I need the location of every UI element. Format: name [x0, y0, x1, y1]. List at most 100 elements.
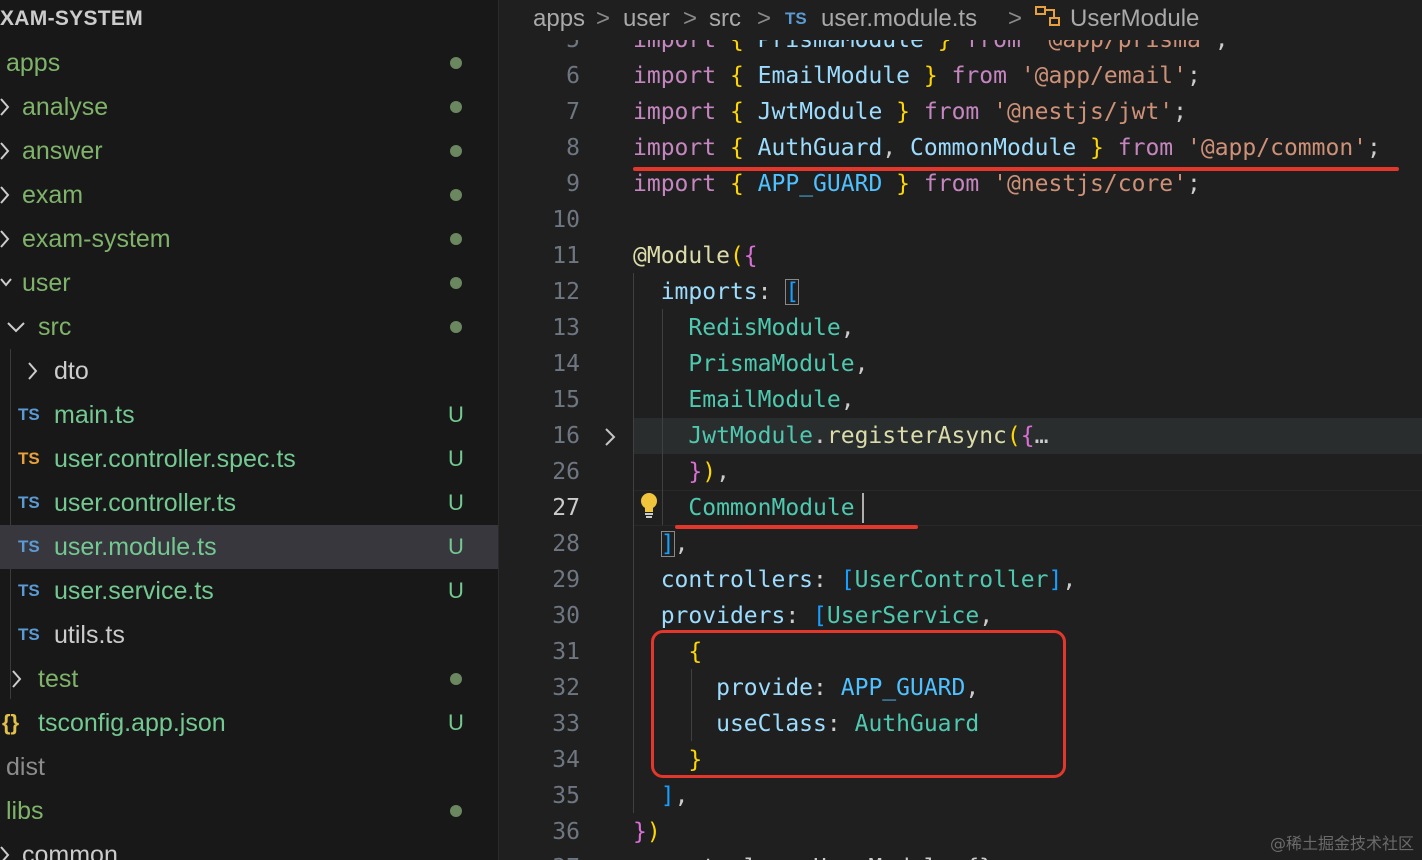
untracked-badge: U [448, 534, 464, 559]
line-number: 33 [552, 711, 580, 737]
tree-item-label: user [22, 269, 71, 297]
tree-item-label: user.service.ts [54, 577, 214, 605]
code-line[interactable]: 26 }), [500, 454, 1422, 490]
tree-item-label: libs [6, 797, 44, 825]
tree-file-main-ts[interactable]: TS main.ts U [0, 393, 498, 437]
tree-folder-user[interactable]: user [0, 261, 498, 305]
chevron-right-icon[interactable] [0, 217, 20, 261]
tree-item-label: common [22, 841, 118, 860]
tree-file-tsconfig-app-json[interactable]: {} tsconfig.app.json U [0, 701, 498, 745]
modified-dot [450, 101, 462, 113]
code-text: EmailModule, [688, 387, 855, 413]
breadcrumb-item-user[interactable]: user [623, 0, 670, 38]
tree-folder-dist[interactable]: dist [0, 745, 498, 789]
chevron-right-icon[interactable] [0, 85, 20, 129]
tree-folder-answer[interactable]: answer [0, 129, 498, 173]
tree-file-user-service-ts[interactable]: TS user.service.ts U [0, 569, 498, 613]
code-text: export class UserModule {} [633, 850, 993, 860]
code-line[interactable]: 13 RedisModule, [500, 310, 1422, 346]
annotation-underline-common-module [675, 525, 918, 529]
untracked-badge: U [448, 446, 464, 471]
tree-folder-common[interactable]: common [0, 833, 498, 860]
annotation-box-app-guard-provider [651, 630, 1066, 778]
code-line[interactable]: 14 PrismaModule, [500, 346, 1422, 382]
code-line-current[interactable]: 27 CommonModule [500, 490, 1422, 526]
fold-expand-chevron-icon[interactable] [604, 427, 616, 451]
tree-folder-analyse[interactable]: analyse [0, 85, 498, 129]
chevron-right-icon: > [683, 5, 698, 32]
line-number: 36 [552, 819, 580, 845]
code-line[interactable]: 30 providers: [UserService, [500, 598, 1422, 634]
breadcrumb-item-symbol[interactable]: UserModule [1070, 0, 1199, 38]
tree-file-user-controller-ts[interactable]: TS user.controller.ts U [0, 481, 498, 525]
code-line[interactable]: 10 [500, 202, 1422, 238]
code-line[interactable]: 9 import { APP_GUARD } from '@nestjs/cor… [500, 166, 1422, 202]
chevron-right-icon[interactable] [0, 129, 20, 173]
code-text: @Module({ [633, 243, 758, 269]
breadcrumb-item-apps[interactable]: apps [533, 0, 585, 38]
line-number: 26 [552, 459, 580, 485]
line-number: 10 [552, 207, 580, 233]
tree-item-label: exam [22, 181, 84, 209]
tree-item-label: src [38, 313, 72, 341]
tree-item-label: user.controller.spec.ts [54, 445, 296, 473]
code-text: ], [660, 783, 689, 809]
breadcrumb-item-file[interactable]: user.module.ts [821, 0, 977, 38]
tree-file-utils-ts[interactable]: TS utils.ts [0, 613, 498, 657]
modified-dot [450, 57, 462, 69]
code-line[interactable]: 6 import { EmailModule } from '@app/emai… [500, 58, 1422, 94]
chevron-down-icon[interactable] [6, 305, 26, 349]
chevron-right-icon[interactable] [28, 349, 48, 393]
typescript-file-icon: TS [18, 581, 40, 600]
tree-file-user-controller-spec-ts[interactable]: TS user.controller.spec.ts U [0, 437, 498, 481]
tree-folder-apps[interactable]: apps [0, 41, 498, 85]
code-line[interactable]: 28 ], [500, 526, 1422, 562]
chevron-down-icon[interactable] [0, 261, 20, 305]
tree-item-label: tsconfig.app.json [38, 709, 226, 737]
code-line[interactable]: 7 import { JwtModule } from '@nestjs/jwt… [500, 94, 1422, 130]
chevron-right-icon[interactable] [0, 173, 20, 217]
code-line[interactable]: 12 imports: [ [500, 274, 1422, 310]
code-text: ], [660, 531, 689, 557]
tree-item-label: test [38, 665, 79, 693]
typescript-file-icon: TS [18, 625, 40, 644]
chevron-right-icon[interactable] [12, 657, 32, 701]
json-file-icon: {} [2, 710, 20, 735]
line-number: 35 [552, 783, 580, 809]
line-number: 34 [552, 747, 580, 773]
chevron-right-icon[interactable] [0, 833, 20, 860]
line-number: 29 [552, 567, 580, 593]
tree-item-label: analyse [22, 93, 109, 121]
code-line[interactable]: 29 controllers: [UserController], [500, 562, 1422, 598]
tree-folder-exam[interactable]: exam [0, 173, 498, 217]
modified-dot [450, 189, 462, 201]
code-text: RedisModule, [688, 315, 855, 341]
tree-item-label: dto [54, 357, 89, 385]
tree-folder-libs[interactable]: libs [0, 789, 498, 833]
line-number: 16 [552, 423, 580, 449]
tree-file-user-module-ts[interactable]: TS user.module.ts U [0, 525, 498, 569]
breadcrumb-item-src[interactable]: src [709, 0, 741, 38]
tree-folder-src[interactable]: src [0, 305, 498, 349]
code-line[interactable]: 16 JwtModule.registerAsync({… [500, 418, 1422, 454]
tree-item-label: user.controller.ts [54, 489, 237, 517]
code-line[interactable]: 11 @Module({ [500, 238, 1422, 274]
modified-dot [450, 673, 462, 685]
untracked-badge: U [448, 710, 464, 735]
explorer-title: XAM-SYSTEM [0, 7, 144, 30]
code-line[interactable]: 35 ], [500, 778, 1422, 814]
code-line[interactable]: 8 import { AuthGuard, CommonModule } fro… [500, 130, 1422, 166]
tree-folder-test[interactable]: test [0, 657, 498, 701]
code-text: import { JwtModule } from '@nestjs/jwt'; [633, 99, 1187, 125]
lightbulb-icon[interactable] [640, 492, 658, 524]
code-text: JwtModule.registerAsync({… [688, 423, 1049, 449]
line-number: 27 [552, 495, 580, 521]
tree-item-label: user.module.ts [54, 533, 217, 561]
tree-folder-exam-system[interactable]: exam-system [0, 217, 498, 261]
code-text: providers: [UserService, [660, 603, 994, 629]
tree-folder-dto[interactable]: dto [0, 349, 498, 393]
code-text: PrismaModule, [688, 351, 869, 377]
line-number: 32 [552, 675, 580, 701]
code-line[interactable]: 15 EmailModule, [500, 382, 1422, 418]
line-number: 6 [566, 63, 580, 89]
